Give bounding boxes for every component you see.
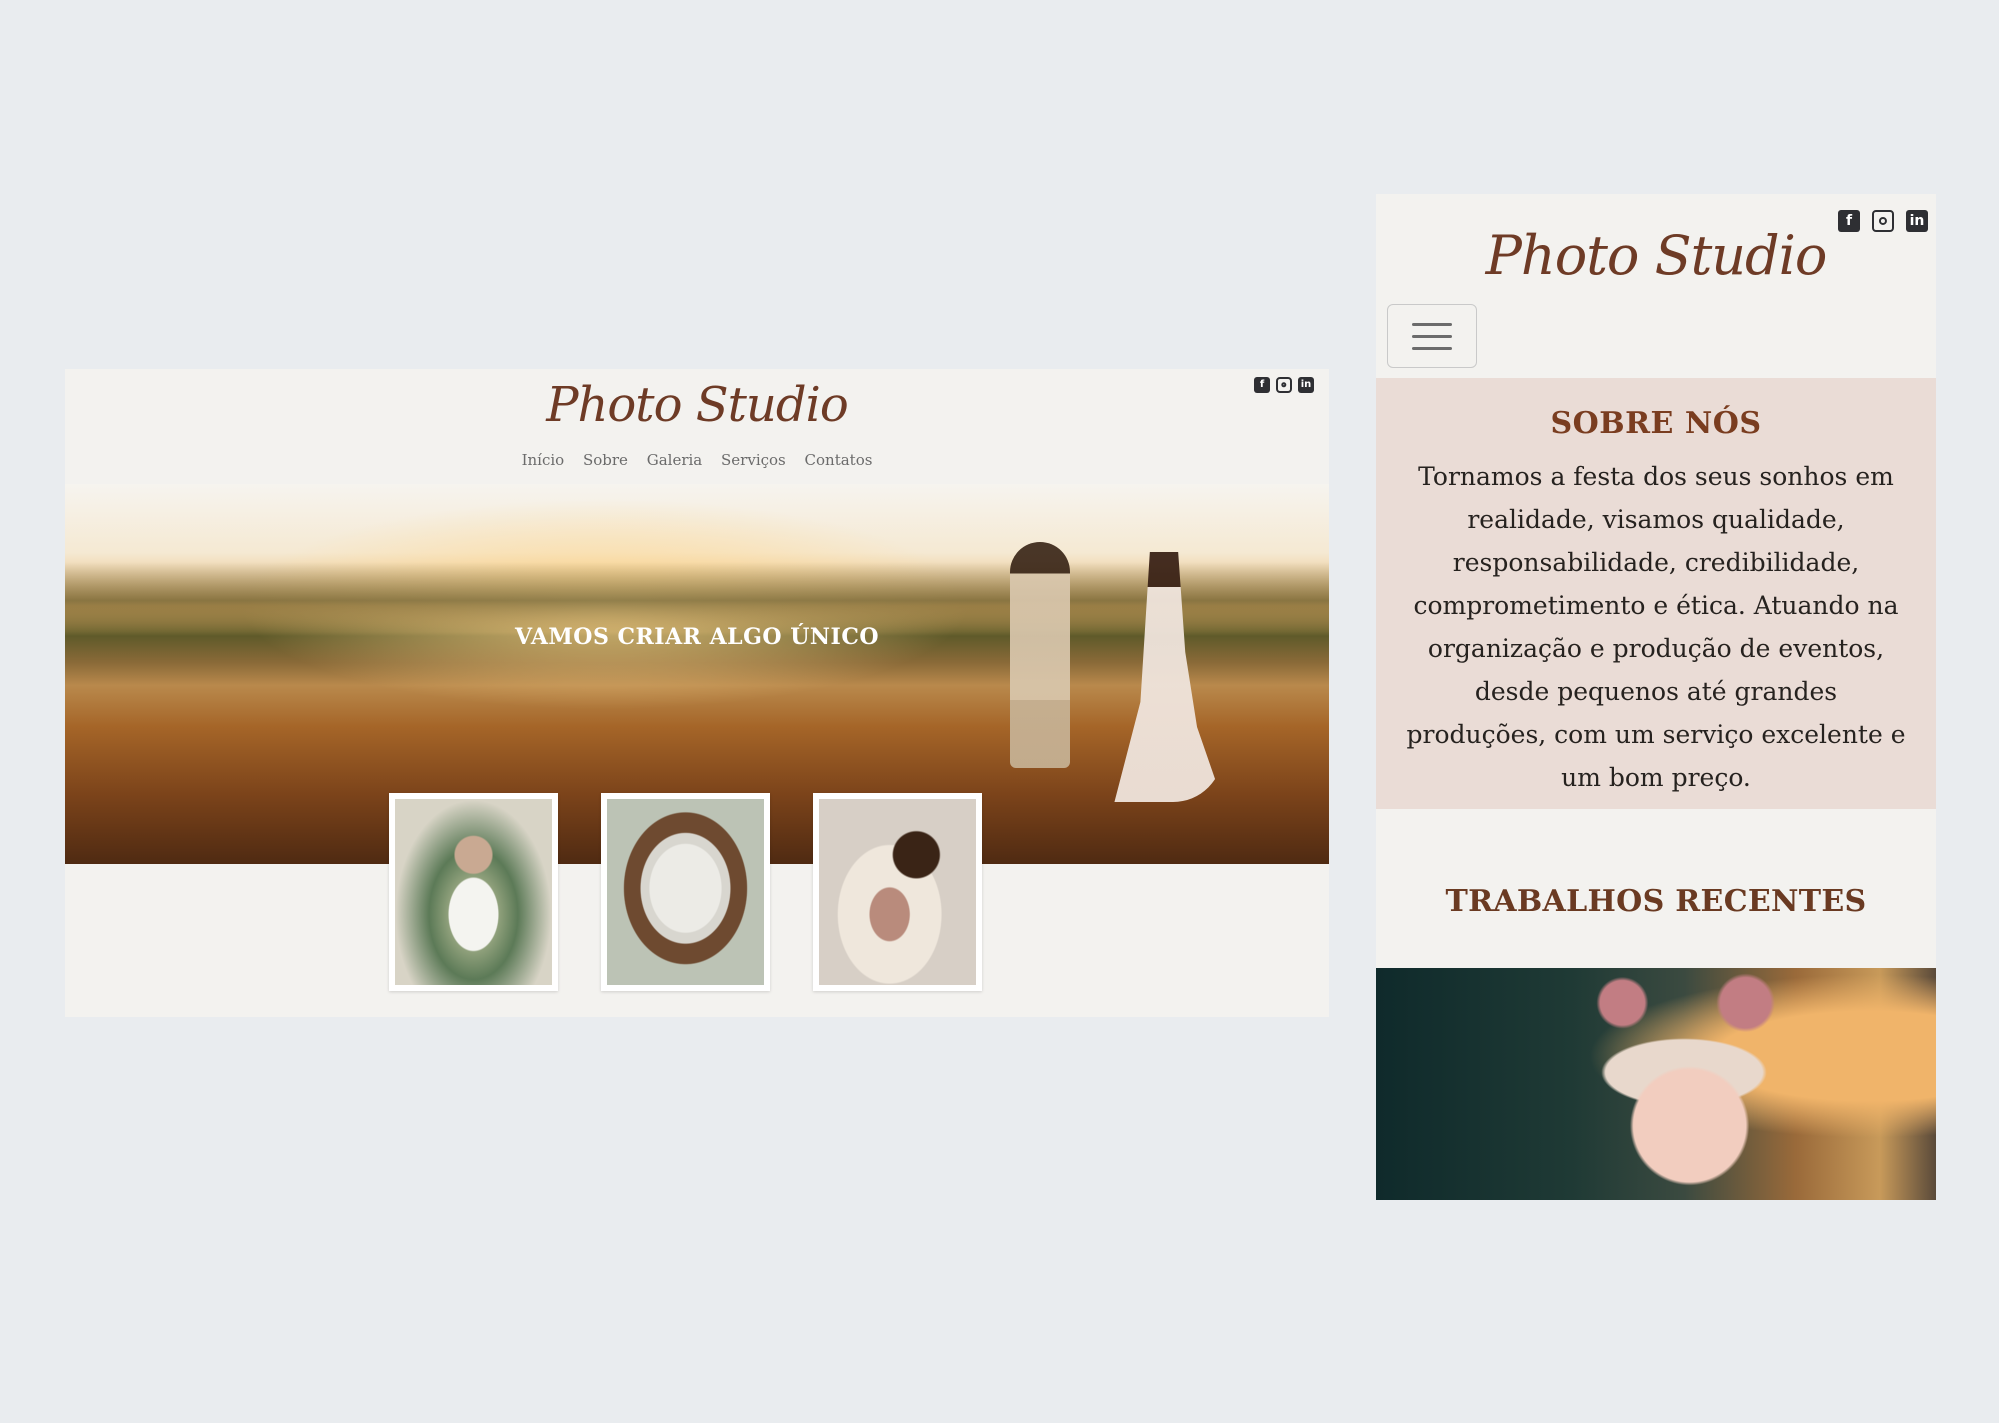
about-section: SOBRE NÓS Tornamos a festa dos seus sonh…	[1376, 378, 1936, 809]
gallery-thumb-bride[interactable]	[389, 793, 558, 991]
gallery-thumb-bouquet[interactable]	[813, 793, 982, 991]
linkedin-icon[interactable]: in	[1298, 377, 1314, 393]
hero-groom-figure	[1010, 542, 1070, 768]
desktop-preview: Photo Studio f in Início Sobre Galeria S…	[65, 369, 1329, 1017]
social-links: f in	[1254, 377, 1314, 393]
hamburger-line	[1412, 322, 1452, 326]
recent-work-image[interactable]	[1376, 968, 1936, 1200]
mobile-preview: f in Photo Studio SOBRE NÓS Tornamos a f…	[1376, 194, 1936, 1200]
main-nav: Início Sobre Galeria Serviços Contatos	[65, 451, 1329, 469]
nav-item-contatos[interactable]: Contatos	[805, 451, 873, 469]
instagram-icon[interactable]	[1276, 377, 1292, 393]
hero-tagline: VAMOS CRIAR ALGO ÚNICO	[515, 624, 879, 650]
nav-item-servicos[interactable]: Serviços	[721, 451, 786, 469]
menu-toggle-button[interactable]	[1387, 304, 1477, 368]
recent-works-title: TRABALHOS RECENTES	[1445, 884, 1867, 919]
brand-logo-mobile[interactable]: Photo Studio	[1376, 224, 1936, 287]
hamburger-line	[1412, 346, 1452, 350]
facebook-icon[interactable]: f	[1254, 377, 1270, 393]
hamburger-line	[1412, 334, 1452, 338]
gallery-thumbnails	[65, 793, 1329, 991]
about-text: Tornamos a festa dos seus sonhos em real…	[1406, 462, 1906, 792]
hero-treeline	[65, 562, 1329, 632]
brand-logo[interactable]: Photo Studio	[65, 377, 1329, 433]
wedding-cake-image	[607, 799, 764, 985]
about-title: SOBRE NÓS	[1550, 406, 1762, 441]
nav-item-galeria[interactable]: Galeria	[647, 451, 703, 469]
bride-flowers-image	[819, 799, 976, 985]
gallery-thumb-cake[interactable]	[601, 793, 770, 991]
nav-item-inicio[interactable]: Início	[522, 451, 565, 469]
bride-bouquet-image	[395, 799, 552, 985]
nav-item-sobre[interactable]: Sobre	[583, 451, 628, 469]
